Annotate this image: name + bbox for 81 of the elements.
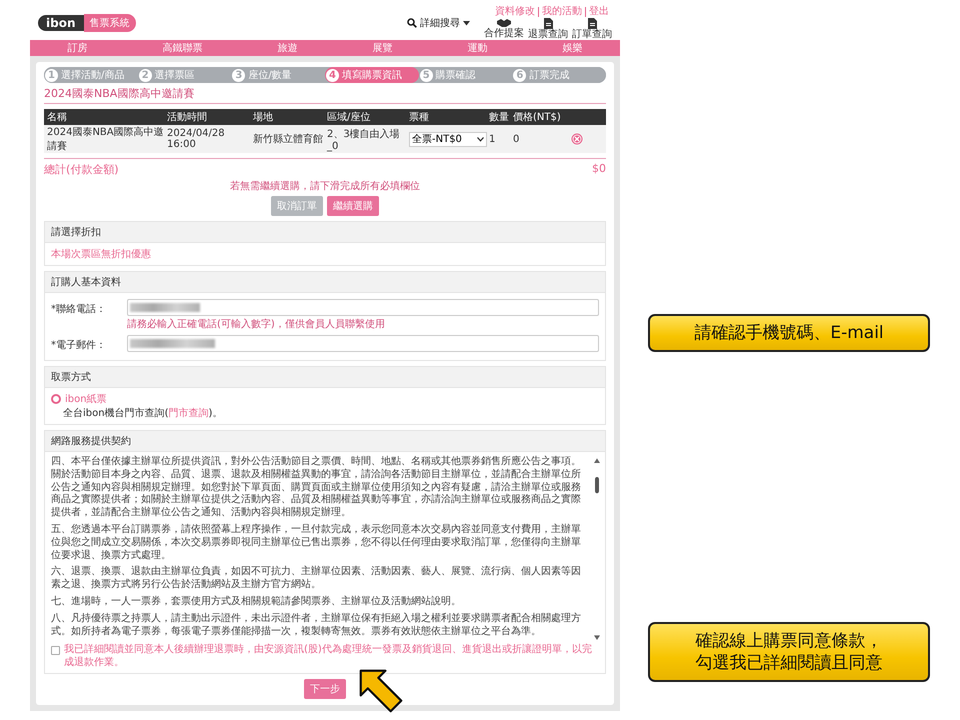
column-header: 名稱 — [47, 111, 68, 124]
column-header: 活動時間 — [167, 110, 208, 124]
terms-paragraph: 八、凡持優待票之持票人，請主動出示證件，未出示證件者，主辦單位保有拒絕入場之權利並要求購票者配合相關處理方式。如所持者為電子票券，每張電子票券僅能掃描一次，複製轉寄無效。票券有效狀態依主辦單位之平台為準。 — [51, 612, 582, 638]
step-label: 購票確認 — [436, 68, 476, 82]
step-label: 訂票完成 — [529, 68, 570, 82]
scrollbar-drawing[interactable] — [593, 456, 601, 642]
option-label[interactable]: ibon紙票 — [65, 392, 107, 406]
document-icon[interactable] — [588, 18, 596, 28]
column-header: 區域/座位 — [327, 110, 372, 124]
discount-message: 本場次票區無折扣優惠 — [51, 249, 151, 260]
next-button[interactable]: 下一步 — [304, 679, 346, 700]
step-number: 1 — [45, 68, 58, 82]
search-icon — [407, 18, 417, 28]
notice-text: 若無需繼續選購，請下滑完成所有必填欄位 — [229, 180, 421, 193]
column-header: 數量 — [489, 111, 510, 124]
option-description: 全台ibon機台門市查詢( — [63, 408, 168, 419]
callout-box: 請確認手機號碼、E-mail — [648, 314, 930, 352]
step-number: 5 — [420, 68, 433, 82]
step-label: 填寫購票資訊 — [342, 68, 402, 82]
shortcut-label[interactable]: 退票查詢 — [528, 28, 568, 40]
field-hint: 請務必輸入正確電話(可輸入數字)，僅供會員人員聯繫使用 — [127, 318, 386, 331]
logo-tag: 售票系統 — [84, 14, 136, 32]
step-number: 3 — [232, 68, 246, 82]
step-number: 2 — [138, 68, 152, 82]
step-label: 座位/數量 — [248, 68, 292, 82]
store-search-link[interactable]: 門市查詢 — [168, 408, 208, 419]
table-cell-text: 0 — [513, 134, 520, 144]
table-cell-text: 2024/04/28 16:00 — [167, 128, 226, 150]
shortcut-label[interactable]: 訂單查詢 — [572, 28, 612, 40]
checkbox[interactable] — [51, 646, 60, 656]
field-label: *聯絡電話： — [51, 302, 107, 316]
section-title: 取票方式 — [45, 367, 605, 388]
terms-paragraph: 五、您透過本平台訂購票券，請依照螢幕上程序操作，一旦付款完成，表示您同意本次交易內容並同意支付費用，主辦單位與您之間成立交易關係，本次交易票券即視同主辦單位已售出票券，您不得以任何理由要求取消訂單，您僅得向主辦單位要求退、換票方式處理。 — [51, 524, 582, 562]
table-cell-text: 2、3樓自由入場_0 — [327, 128, 401, 152]
nav-item[interactable]: 展覽 — [372, 41, 392, 55]
table-cell-text: 新竹縣立體育館 — [253, 132, 324, 146]
section-title: 訂購人基本資料 — [45, 272, 605, 293]
search-button[interactable]: 詳細搜尋 — [407, 16, 470, 30]
total-amount: $0 — [592, 162, 606, 177]
nav-item[interactable]: 運動 — [468, 41, 488, 55]
terms-paragraph: 七、進場時，一人一票券，套票使用方式及相關規範請參閱票券、主辦單位及活動網站說明。 — [51, 596, 462, 609]
column-header: 價格(NT$) — [513, 110, 562, 124]
account-link[interactable]: 登出 — [585, 6, 612, 16]
option-description: )。 — [208, 408, 222, 419]
nav-item[interactable]: 旅遊 — [278, 41, 298, 55]
ticket-type-select[interactable]: 全票-NT$0 — [409, 132, 487, 146]
table-cell-text: 1 — [489, 134, 496, 144]
table-cell-text: 2024國泰NBA國際高中邀請賽 — [47, 126, 165, 153]
nav-item[interactable]: 娛樂 — [562, 41, 582, 55]
section-title: 網路服務提供契約 — [45, 431, 605, 452]
cancel-button[interactable]: 取消訂單 — [271, 196, 323, 216]
radio-button[interactable] — [51, 394, 61, 404]
arrow-icon — [359, 669, 403, 714]
remove-icon[interactable] — [571, 133, 583, 145]
shortcut-label[interactable]: 合作提案 — [484, 28, 524, 38]
terms-paragraph: 四、本平台僅依據主辦單位所提供資訊，對外公告活動節目之票價、時間、地點、名稱或其他票券銷售所應公告之事項。關於活動節目本身之內容、品質、退票、退款及相關權益異動的事宜，請洽詢各活動節目主辦單位，並請配合主辦單位所公告之通知內容與相關規定辦理。如您對於下單頁面、購買頁面或主辦單位使用須知之內容有疑慮，請洽主辦單位或服務商品之實際提供者；如關於主辦單位提供之活動內容、品質及相關權益異動等事宜，亦請洽詢主辦單位或服務商品之實際提供者，並請配合主辦單位公告之通知、活動內容與相關規定辦理。 — [51, 456, 582, 520]
step-number: 6 — [513, 68, 526, 82]
account-link[interactable]: 資料修改 — [492, 6, 538, 16]
agree-label[interactable]: 我已詳細閱讀並同意本人後續辦理退票時，由安源資訊(股)代為處理統一發票及銷貨退回、進貨退出或折讓證明單，以完成退款作業。 — [64, 644, 601, 670]
continue-button[interactable]: 繼續選購 — [327, 196, 379, 216]
step-label: 選擇票區 — [154, 69, 195, 82]
step-label: 選擇活動/商品 — [61, 68, 124, 82]
nav-item[interactable]: 訂房 — [68, 41, 88, 55]
blurred-value — [130, 303, 200, 312]
account-link[interactable]: 我的活動 — [538, 6, 585, 16]
logo[interactable]: ibon — [38, 15, 84, 31]
terms-paragraph: 六、退票、換票、退款由主辦單位負責，如因不可抗力、主辦單位因素、活動因素、藝人、展覽、流行病、個人因素等因素之退、換票方式將另行公告於活動網站及主辦方官方網站。 — [51, 566, 582, 592]
column-header: 票種 — [409, 111, 430, 124]
total-label: 總計(付款金額) — [44, 162, 119, 177]
caret-icon — [463, 20, 470, 26]
nav-item[interactable]: 高鐵聯票 — [162, 41, 202, 55]
step-number: 4 — [326, 68, 340, 82]
input-field[interactable] — [127, 335, 599, 352]
event-title: 2024國泰NBA國際高中邀請賽 — [44, 83, 606, 104]
document-icon[interactable] — [544, 18, 552, 28]
field-label: *電子郵件： — [51, 338, 107, 352]
callout-box: 確認線上購票同意條款， 勾選我已詳細閱讀且同意 — [648, 622, 930, 682]
input-field[interactable] — [127, 299, 599, 316]
section-title: 請選擇折扣 — [45, 222, 605, 243]
column-header: 場地 — [253, 110, 274, 124]
chevron-icon — [477, 136, 484, 142]
